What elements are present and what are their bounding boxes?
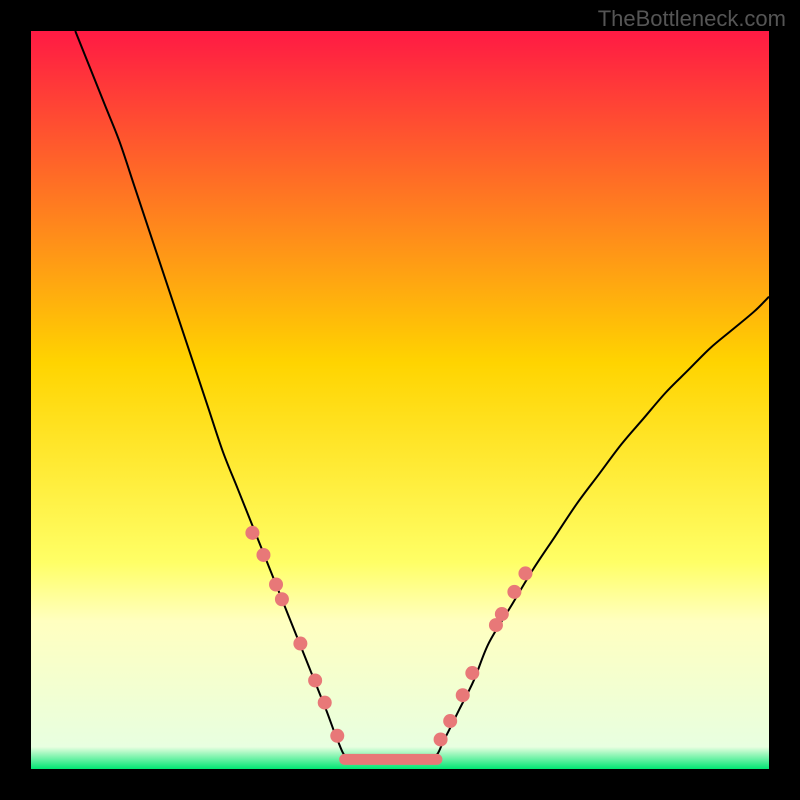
right-dot [507, 585, 521, 599]
chart-container: TheBottleneck.com [0, 0, 800, 800]
watermark-text: TheBottleneck.com [598, 6, 786, 32]
left-dot [275, 592, 289, 606]
right-dot [465, 666, 479, 680]
bottleneck-chart [0, 0, 800, 800]
right-dot [456, 688, 470, 702]
right-dot [434, 732, 448, 746]
left-dot [293, 637, 307, 651]
left-dot [318, 696, 332, 710]
right-dot [518, 566, 532, 580]
left-dot [308, 673, 322, 687]
right-dot [443, 714, 457, 728]
left-dot [245, 526, 259, 540]
left-dot [330, 729, 344, 743]
left-dot [256, 548, 270, 562]
left-dot [269, 578, 283, 592]
right-dot [495, 607, 509, 621]
